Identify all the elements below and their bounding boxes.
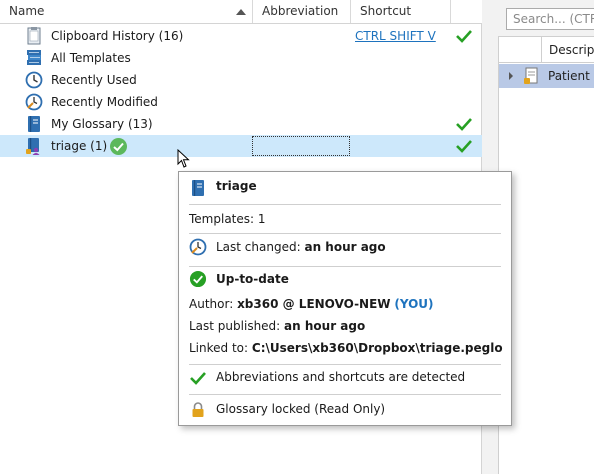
check-icon bbox=[456, 140, 472, 153]
shared-glossary-icon bbox=[26, 138, 40, 155]
sort-ascending-icon bbox=[236, 9, 246, 15]
column-header: Name Abbreviation Shortcut bbox=[0, 0, 482, 24]
tooltip-last-changed: Last changed: an hour ago bbox=[216, 240, 386, 254]
abbreviation-edit-cell[interactable] bbox=[252, 136, 350, 156]
tree-item-label: My Glossary (13) bbox=[51, 117, 153, 131]
author-you-badge: (YOU) bbox=[394, 297, 434, 311]
up-to-date-badge-icon bbox=[110, 138, 127, 155]
divider bbox=[189, 394, 501, 395]
tooltip-linked-to: Linked to: C:\Users\xb360\Dropbox\triage… bbox=[189, 341, 503, 355]
tree-item-triage[interactable]: triage (1) bbox=[0, 135, 482, 157]
search-input[interactable]: Search... (CTRL bbox=[506, 8, 594, 30]
glossary-info-tooltip: triage Templates: 1 Last changed: an hou… bbox=[178, 171, 512, 426]
clock-icon bbox=[25, 71, 43, 89]
modified-clock-icon bbox=[25, 93, 43, 111]
tooltip-locked: Glossary locked (Read Only) bbox=[216, 402, 386, 416]
column-name-header[interactable]: Name bbox=[0, 0, 252, 23]
column-description-header[interactable]: Descript bbox=[549, 37, 594, 63]
tooltip-detected: Abbreviations and shortcuts are detected bbox=[216, 370, 466, 384]
tooltip-status: Up-to-date bbox=[216, 272, 289, 286]
modified-clock-icon bbox=[189, 238, 207, 256]
grid-header: Descript bbox=[499, 37, 594, 63]
tree-item-all-templates[interactable]: All Templates bbox=[0, 47, 482, 69]
grid-cell-description: Patient c bbox=[548, 69, 594, 83]
grid-row[interactable]: Patient c bbox=[499, 64, 594, 88]
tree-item-label: Clipboard History (16) bbox=[51, 29, 184, 43]
divider bbox=[189, 266, 501, 267]
glossary-book-icon bbox=[192, 180, 204, 196]
column-status-header bbox=[450, 0, 482, 23]
clipboard-icon bbox=[27, 27, 41, 45]
tooltip-title: triage bbox=[216, 179, 257, 193]
last-changed-value: an hour ago bbox=[304, 240, 386, 254]
last-published-value: an hour ago bbox=[284, 319, 366, 333]
linked-path: C:\Users\xb360\Dropbox\triage.peglo bbox=[251, 341, 503, 355]
expand-arrow-icon[interactable] bbox=[509, 72, 513, 80]
check-icon bbox=[456, 118, 472, 131]
grid-row-header bbox=[499, 37, 542, 63]
column-abbreviation-header[interactable]: Abbreviation bbox=[252, 0, 350, 23]
mouse-pointer-icon bbox=[177, 149, 190, 168]
tooltip-templates-count: Templates: 1 bbox=[189, 212, 266, 226]
tree-item-label: Recently Used bbox=[51, 73, 137, 87]
lock-icon bbox=[192, 402, 204, 417]
tree-item-clipboard-history[interactable]: Clipboard History (16) CTRL SHIFT V bbox=[0, 25, 482, 47]
tree-item-label: All Templates bbox=[51, 51, 131, 65]
linked-label: Linked to: bbox=[189, 341, 249, 355]
tooltip-author: Author: xb360 @ LENOVO-NEW (YOU) bbox=[189, 297, 434, 311]
author-label: Author: bbox=[189, 297, 234, 311]
up-to-date-icon bbox=[189, 270, 207, 288]
tree-item-label: triage (1) bbox=[51, 139, 108, 153]
tree-item-recently-used[interactable]: Recently Used bbox=[0, 69, 482, 91]
column-shortcut-header[interactable]: Shortcut bbox=[350, 0, 450, 23]
template-document-icon bbox=[524, 67, 538, 84]
tree-item-my-glossary[interactable]: My Glossary (13) bbox=[0, 113, 482, 135]
check-icon bbox=[190, 372, 206, 385]
templates-grid: Descript Patient c bbox=[498, 36, 594, 474]
divider bbox=[189, 233, 501, 234]
check-icon bbox=[456, 30, 472, 43]
divider bbox=[189, 364, 501, 365]
books-icon bbox=[27, 50, 41, 65]
glossary-book-icon bbox=[28, 116, 40, 132]
author-value: xb360 @ LENOVO-NEW bbox=[237, 297, 391, 311]
divider bbox=[189, 204, 501, 205]
tree-item-recently-modified[interactable]: Recently Modified bbox=[0, 91, 482, 113]
last-changed-label: Last changed: bbox=[216, 240, 301, 254]
tree-item-label: Recently Modified bbox=[51, 95, 158, 109]
last-published-label: Last published: bbox=[189, 319, 281, 333]
tooltip-last-published: Last published: an hour ago bbox=[189, 319, 365, 333]
shortcut-link[interactable]: CTRL SHIFT V bbox=[355, 25, 436, 47]
